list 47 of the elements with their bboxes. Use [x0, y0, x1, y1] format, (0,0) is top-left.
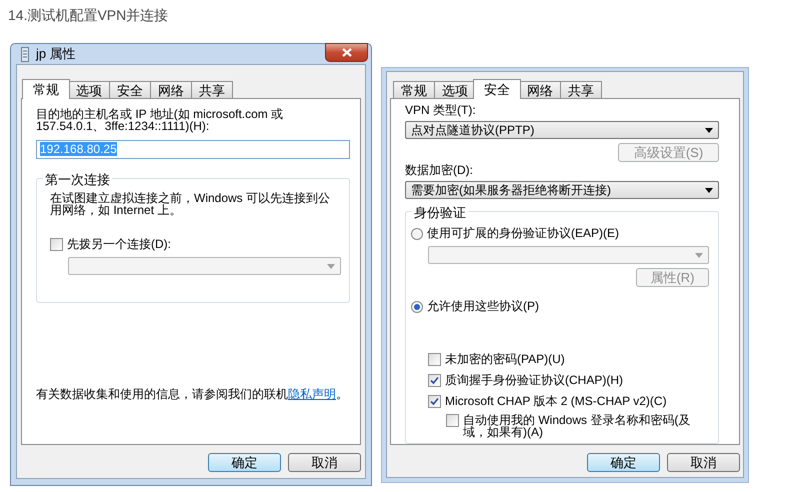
- checkbox[interactable]: [428, 374, 441, 387]
- tab[interactable]: 共享: [560, 81, 602, 98]
- radio-button[interactable]: [411, 300, 423, 312]
- checkbox-label: 自动使用我的 Windows 登录名称和密码(及域，如果有)(A): [463, 414, 692, 438]
- checkbox-label: 质询握手身份验证协议(CHAP)(H): [445, 372, 623, 389]
- vpn-type-label: VPN 类型(T):: [405, 102, 477, 119]
- tab[interactable]: 安全: [473, 79, 521, 99]
- vpn-type-dropdown[interactable]: 点对点隧道协议(PPTP): [405, 121, 719, 139]
- tab[interactable]: 常规: [393, 81, 435, 98]
- checkbox-label: 先拨另一个连接(D):: [67, 236, 171, 253]
- close-button[interactable]: [325, 43, 368, 62]
- ok-button[interactable]: 确定: [208, 453, 281, 472]
- description-text: 在试图建立虚拟连接之前，Windows 可以先连接到公用网络，如 Internet 上。: [50, 192, 332, 216]
- tab[interactable]: 网络: [519, 81, 561, 98]
- dropdown-arrow-icon: [327, 264, 335, 268]
- privacy-text: 有关数据收集和使用的信息，请参阅我们的联机隐私声明。: [36, 386, 348, 403]
- tab[interactable]: 常规: [22, 79, 70, 99]
- radio-label: 允许使用这些协议(P): [427, 298, 539, 315]
- ok-button[interactable]: 确定: [587, 453, 660, 472]
- radio-label: 使用可扩展的身份验证协议(EAP)(E): [427, 225, 619, 242]
- window-title: jp 属性: [36, 45, 76, 63]
- checkbox[interactable]: [428, 395, 441, 408]
- tab[interactable]: 选项: [434, 81, 476, 98]
- tab[interactable]: 安全: [109, 81, 151, 98]
- cancel-button[interactable]: 取消: [667, 453, 740, 472]
- group-legend: 第一次连接: [43, 171, 112, 189]
- dropdown-arrow-icon: [705, 128, 713, 132]
- group-legend: 身份验证: [412, 204, 468, 222]
- document-icon: [21, 46, 29, 62]
- checkbox-label: Microsoft CHAP 版本 2 (MS-CHAP v2)(C): [445, 393, 667, 410]
- cancel-button[interactable]: 取消: [288, 453, 361, 472]
- tab[interactable]: 网络: [150, 81, 192, 98]
- dropdown-arrow-icon: [695, 252, 703, 258]
- tab[interactable]: 选项: [68, 81, 110, 98]
- tab[interactable]: 共享: [191, 81, 233, 98]
- dropdown-arrow-icon: [705, 188, 713, 192]
- page-heading: 14.测试机配置VPN并连接: [7, 6, 170, 24]
- checkbox[interactable]: [446, 414, 459, 427]
- checkbox[interactable]: [50, 238, 63, 251]
- radio-button[interactable]: [411, 228, 423, 240]
- encryption-label: 数据加密(D):: [405, 162, 474, 179]
- checkbox[interactable]: [428, 353, 441, 366]
- encryption-dropdown[interactable]: 需要加密(如果服务器拒绝将断开连接): [405, 181, 719, 199]
- host-label: 目的地的主机名或 IP 地址(如 microsoft.com 或 157.54.0.1、3ffe:1234::1111)(H):: [36, 108, 284, 132]
- close-icon: [342, 48, 352, 57]
- checkbox-label: 未加密的密码(PAP)(U): [445, 351, 565, 368]
- privacy-link[interactable]: 隐私声明: [288, 387, 336, 401]
